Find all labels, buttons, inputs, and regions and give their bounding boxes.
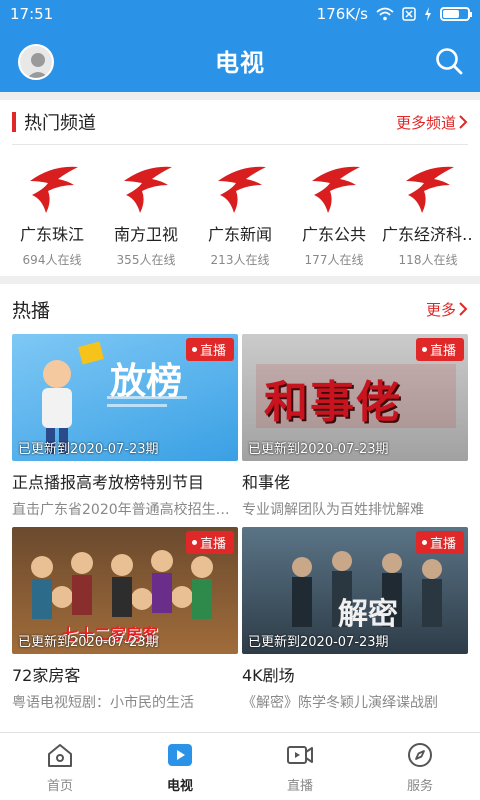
channel-name: 广东珠江	[19, 225, 84, 244]
channel-logo-icon	[218, 166, 266, 213]
live-badge-label: 直播	[429, 344, 456, 359]
avatar[interactable]	[18, 44, 54, 80]
sim-off-icon	[402, 7, 416, 21]
program-desc: 《解密》陈学冬颖儿演绎谍战剧	[242, 695, 438, 711]
live-dot-icon	[191, 347, 197, 352]
live-camera-icon	[287, 746, 313, 764]
updated-label: 已更新到2020-07-23期	[18, 635, 159, 650]
live-badge-label: 直播	[199, 344, 226, 359]
channel-viewers: 355人在线	[116, 253, 176, 267]
more-channels-label: 更多频道	[395, 113, 456, 132]
program-title: 4K剧场	[242, 666, 295, 685]
updated-label: 已更新到2020-07-23期	[248, 635, 389, 650]
hot-play-header: 热播 更多	[0, 284, 480, 334]
program-card[interactable]: 和事佬 直播 已更新到2020-07-23期 和事佬 专业调解团队为百姓排忧解难	[242, 334, 468, 527]
program-grid: 放榜 直播 已更新到2020-07-23期 正点播报高考放榜特别节目 直击广东省…	[0, 334, 480, 720]
nav-label: 服务	[406, 779, 433, 794]
battery-icon	[440, 7, 472, 21]
nav-label: 首页	[46, 779, 73, 794]
program-thumbnail: 和事佬 直播 已更新到2020-07-23期	[242, 334, 468, 461]
program-card[interactable]: 七十二家房客 直播 已更新到2020-07-23期 72家房客 粤语电视短剧：小…	[12, 527, 238, 720]
tv-play-icon	[168, 744, 192, 766]
program-card[interactable]: 放榜 直播 已更新到2020-07-23期 正点播报高考放榜特别节目 直击广东省…	[12, 334, 238, 527]
updated-label: 已更新到2020-07-23期	[248, 442, 389, 457]
title-bar: 电视	[0, 28, 480, 92]
live-badge: 直播	[415, 338, 464, 361]
program-thumbnail: 解密 直播 已更新到2020-07-23期	[242, 527, 468, 654]
channel-viewers: 118人在线	[398, 253, 458, 267]
program-desc: 粤语电视短剧：小市民的生活	[12, 695, 194, 711]
search-icon[interactable]	[434, 46, 464, 76]
updated-label: 已更新到2020-07-23期	[18, 442, 159, 457]
app-header: 17:51 176K/s 电视	[0, 0, 480, 92]
status-bar: 17:51 176K/s	[0, 0, 480, 28]
channel-viewers: 177人在线	[304, 253, 364, 267]
more-hot-play-label: 更多	[425, 300, 456, 319]
status-time: 17:51	[10, 5, 54, 23]
charging-icon	[425, 7, 431, 21]
more-hot-play-link[interactable]: 更多	[426, 299, 468, 320]
channel-item[interactable]: 广东新闻 213人在线	[194, 159, 286, 268]
nav-item-live[interactable]: 直播	[240, 733, 360, 800]
channel-logo-icon	[312, 166, 360, 213]
network-speed: 176K/s	[316, 5, 368, 23]
hot-channels-title: 热门频道	[24, 113, 96, 134]
channel-item[interactable]: 广东珠江 694人在线	[6, 159, 98, 268]
nav-item-service[interactable]: 服务	[360, 733, 480, 800]
channel-name: 广东新闻	[207, 225, 272, 244]
nav-item-tv[interactable]: 电视	[120, 733, 240, 800]
channel-viewers: 213人在线	[210, 253, 270, 267]
program-title: 和事佬	[242, 473, 291, 492]
channel-name: 广东经济科…	[382, 225, 474, 244]
live-badge: 直播	[185, 531, 234, 554]
live-dot-icon	[191, 540, 197, 545]
thumbnail-title-art: 和事佬	[264, 377, 402, 428]
compass-icon	[408, 743, 432, 767]
live-badge: 直播	[185, 338, 234, 361]
program-thumbnail: 七十二家房客 直播 已更新到2020-07-23期	[12, 527, 238, 654]
bottom-nav: 首页 电视 直播 服务	[0, 732, 480, 800]
channel-name: 南方卫视	[113, 225, 178, 244]
program-title: 72家房客	[12, 666, 81, 685]
channel-viewers: 694人在线	[22, 253, 82, 267]
more-channels-link[interactable]: 更多频道	[396, 112, 468, 133]
channel-name: 广东公共	[301, 225, 366, 244]
status-icons: 176K/s	[316, 5, 472, 23]
thumbnail-title-art: 解密	[338, 597, 398, 632]
program-desc: 直击广东省2020年普通高校招生…	[12, 502, 230, 518]
live-dot-icon	[421, 540, 427, 545]
live-badge-label: 直播	[199, 537, 226, 552]
live-badge-label: 直播	[429, 537, 456, 552]
live-dot-icon	[421, 347, 427, 352]
program-title: 正点播报高考放榜特别节目	[12, 473, 205, 492]
channel-logo-icon	[124, 166, 172, 213]
channel-logo-icon	[406, 166, 454, 213]
page-title: 电视	[215, 48, 265, 77]
wifi-icon	[376, 7, 394, 21]
channel-logo-icon	[30, 166, 78, 213]
hot-play-title: 热播	[12, 299, 51, 322]
chevron-right-icon	[459, 115, 468, 129]
nav-label: 电视	[166, 779, 193, 794]
hot-channels-header: 热门频道 更多频道	[0, 100, 480, 144]
home-icon	[48, 744, 72, 767]
program-desc: 专业调解团队为百姓排忧解难	[242, 502, 424, 518]
hot-channels-section: 热门频道 更多频道 广东珠江 694人在线 南方卫视 355人在线 广东新闻 2…	[0, 100, 480, 276]
thumbnail-title-art: 放榜	[110, 361, 183, 402]
program-card[interactable]: 解密 直播 已更新到2020-07-23期 4K剧场 《解密》陈学冬颖儿演绎谍战…	[242, 527, 468, 720]
channel-item[interactable]: 南方卫视 355人在线	[100, 159, 192, 268]
section-marker	[12, 112, 16, 132]
channel-item[interactable]: 广东经济科… 118人在线	[382, 159, 474, 268]
main-content[interactable]: 热门频道 更多频道 广东珠江 694人在线 南方卫视 355人在线 广东新闻 2…	[0, 92, 480, 732]
nav-label: 直播	[286, 779, 313, 794]
live-badge: 直播	[415, 531, 464, 554]
hot-play-section: 热播 更多 放榜 直播 已更新到2020-07-23期 正点播报高考放榜特别节目…	[0, 284, 480, 732]
nav-item-home[interactable]: 首页	[0, 733, 120, 800]
chevron-right-icon	[459, 302, 468, 316]
program-thumbnail: 放榜 直播 已更新到2020-07-23期	[12, 334, 238, 461]
channel-item[interactable]: 广东公共 177人在线	[288, 159, 380, 268]
channel-list: 广东珠江 694人在线 南方卫视 355人在线 广东新闻 213人在线 广东公共…	[0, 145, 480, 268]
